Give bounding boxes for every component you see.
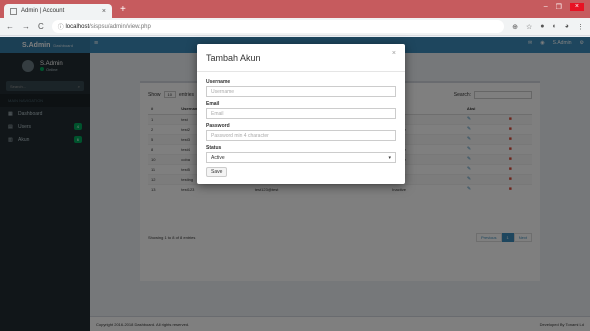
maximize-button[interactable]: ❐ [556,3,562,11]
zoom-icon[interactable]: ⊕ [512,23,518,31]
modal-body: Username Email Password Status Active ▾ … [197,72,405,177]
modal-title: Tambah Akun [206,52,261,63]
tab-title: Admin | Account [21,8,65,14]
chevron-down-icon: ▾ [388,154,391,161]
page-icon [10,7,17,15]
url-field[interactable]: ⓘ localhost /sispsu/admin/view.php [51,20,505,33]
username-field[interactable] [206,86,396,97]
bookmark-star-icon[interactable]: ☆ [526,23,532,31]
save-button[interactable]: Save [206,167,228,177]
window-controls: – ❐ × [544,3,584,11]
email-field[interactable] [206,108,396,119]
modal-header: Tambah Akun × [197,44,405,72]
minimize-button[interactable]: – [544,3,548,11]
menu-dots-icon[interactable]: ⋮ [577,23,584,31]
extension-icon[interactable]: ● [540,23,544,31]
email-label: Email [206,101,220,107]
back-icon[interactable]: ← [6,22,14,31]
status-select-value: Active [211,154,225,161]
status-label: Status [206,145,222,151]
info-icon: ⓘ [57,25,66,31]
browser-tab[interactable]: Admin | Account × [4,4,112,18]
tab-close-icon[interactable]: × [102,8,106,15]
reload-icon[interactable]: C [38,22,44,31]
profile-icon[interactable]: ◕ [565,23,569,31]
password-field[interactable] [206,130,396,141]
window-close-button[interactable]: × [569,3,584,11]
username-label: Username [206,79,231,85]
forward-icon[interactable]: → [22,22,30,31]
address-bar-row: ← → C ⓘ localhost /sispsu/admin/view.php… [0,18,590,36]
url-host: localhost [65,23,90,30]
new-tab-button[interactable]: + [120,5,126,15]
status-select[interactable]: Active ▾ [206,152,396,163]
browser-tab-bar: Admin | Account × + – ❐ × [0,0,590,18]
close-icon[interactable]: × [392,50,396,57]
url-path: /sispsu/admin/view.php [89,23,151,30]
extension-icon-2[interactable]: ◐ [553,23,557,31]
password-label: Password [206,123,230,129]
add-account-modal: Tambah Akun × Username Email Password St… [197,44,405,184]
